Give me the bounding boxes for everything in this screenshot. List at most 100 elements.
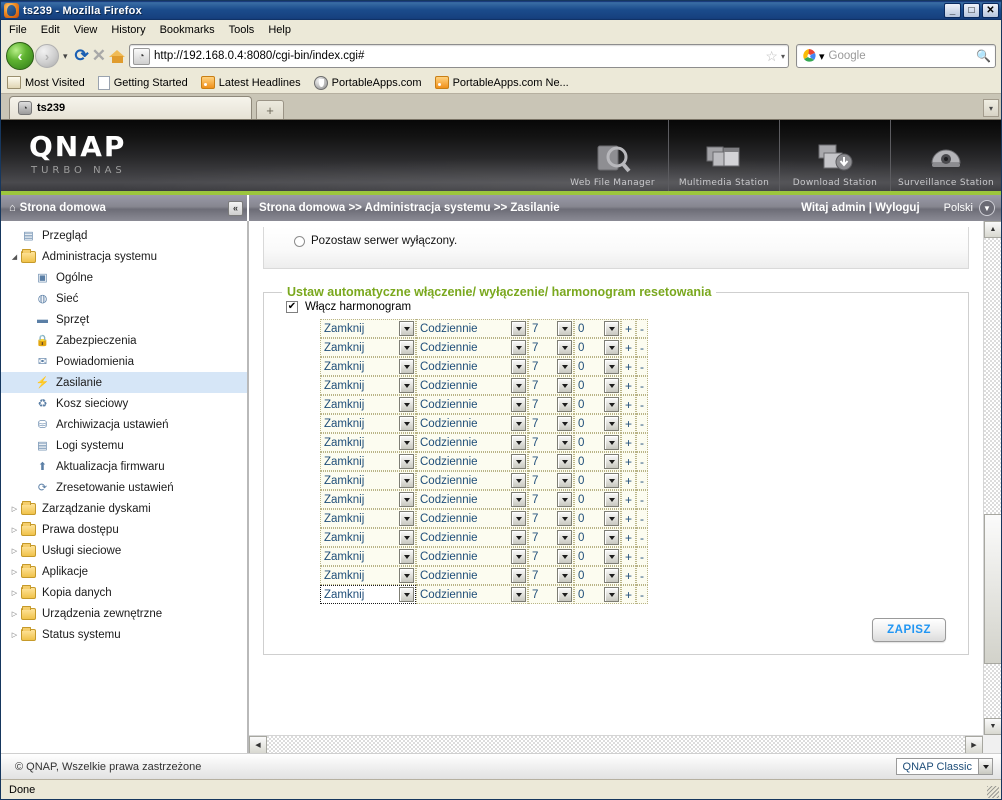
hour-select[interactable]: 7 bbox=[528, 414, 574, 433]
sidebar-item-archiwizacja-ustawie[interactable]: ⛁ Archiwizacja ustawień bbox=[1, 414, 247, 435]
frequency-select[interactable]: Codziennie bbox=[416, 528, 528, 547]
twisty-collapsed-icon[interactable]: ▷ bbox=[9, 589, 20, 597]
chevron-down-icon[interactable] bbox=[557, 492, 572, 507]
add-row-button[interactable]: + bbox=[621, 490, 636, 509]
twisty-collapsed-icon[interactable]: ▷ bbox=[9, 610, 20, 618]
minute-select[interactable]: 0 bbox=[574, 433, 621, 452]
add-row-button[interactable]: + bbox=[621, 509, 636, 528]
chevron-down-icon[interactable] bbox=[399, 359, 414, 374]
reload-icon[interactable]: ⟳ bbox=[75, 46, 89, 66]
sidebar-item-kosz-sieciowy[interactable]: ♻ Kosz sieciowy bbox=[1, 393, 247, 414]
chevron-down-icon[interactable] bbox=[399, 416, 414, 431]
chevron-down-icon[interactable] bbox=[511, 473, 526, 488]
twisty-collapsed-icon[interactable]: ▷ bbox=[9, 526, 20, 534]
chevron-down-icon[interactable] bbox=[557, 321, 572, 336]
tab-ts239[interactable]: ◔ ts239 bbox=[9, 96, 252, 119]
hour-select[interactable]: 7 bbox=[528, 566, 574, 585]
chevron-down-icon[interactable] bbox=[511, 530, 526, 545]
minute-select[interactable]: 0 bbox=[574, 528, 621, 547]
add-row-button[interactable]: + bbox=[621, 452, 636, 471]
frequency-select[interactable]: Codziennie bbox=[416, 433, 528, 452]
add-row-button[interactable]: + bbox=[621, 547, 636, 566]
action-select[interactable]: Zamknij bbox=[320, 395, 416, 414]
frequency-select[interactable]: Codziennie bbox=[416, 471, 528, 490]
chevron-down-icon[interactable] bbox=[399, 530, 414, 545]
chevron-down-icon[interactable] bbox=[511, 492, 526, 507]
hour-select[interactable]: 7 bbox=[528, 338, 574, 357]
hour-select[interactable]: 7 bbox=[528, 490, 574, 509]
minute-select[interactable]: 0 bbox=[574, 471, 621, 490]
minute-select[interactable]: 0 bbox=[574, 490, 621, 509]
chevron-down-icon[interactable] bbox=[399, 378, 414, 393]
remove-row-button[interactable]: - bbox=[636, 433, 648, 452]
url-dropdown-icon[interactable]: ▾ bbox=[781, 52, 785, 61]
action-select[interactable]: Zamknij bbox=[320, 547, 416, 566]
chevron-down-icon[interactable] bbox=[604, 587, 619, 602]
theme-select[interactable]: QNAP Classic bbox=[895, 758, 993, 775]
chevron-down-icon[interactable] bbox=[399, 492, 414, 507]
action-select[interactable]: Zamknij bbox=[320, 566, 416, 585]
hour-select[interactable]: 7 bbox=[528, 585, 574, 604]
bookmark-most-visited[interactable]: Most Visited bbox=[7, 76, 85, 89]
chevron-down-icon[interactable] bbox=[604, 530, 619, 545]
minute-select[interactable]: 0 bbox=[574, 376, 621, 395]
hour-select[interactable]: 7 bbox=[528, 528, 574, 547]
add-row-button[interactable]: + bbox=[621, 471, 636, 490]
forward-button[interactable]: › bbox=[35, 44, 59, 68]
theme-dropdown-arrow-icon[interactable] bbox=[978, 759, 992, 774]
frequency-select[interactable]: Codziennie bbox=[416, 547, 528, 566]
hour-select[interactable]: 7 bbox=[528, 452, 574, 471]
collapse-sidebar-button[interactable]: « bbox=[228, 200, 243, 216]
chevron-down-icon[interactable] bbox=[557, 473, 572, 488]
chevron-down-icon[interactable] bbox=[557, 511, 572, 526]
chevron-down-icon[interactable] bbox=[557, 587, 572, 602]
minute-select[interactable]: 0 bbox=[574, 566, 621, 585]
site-identity-icon[interactable]: ◔ bbox=[133, 47, 151, 65]
enable-schedule-row[interactable]: ✔ Włącz harmonogram bbox=[286, 301, 968, 313]
chevron-down-icon[interactable] bbox=[511, 359, 526, 374]
action-select[interactable]: Zamknij bbox=[320, 338, 416, 357]
hour-select[interactable]: 7 bbox=[528, 547, 574, 566]
frequency-select[interactable]: Codziennie bbox=[416, 509, 528, 528]
menu-file[interactable]: File bbox=[9, 24, 27, 36]
enable-schedule-checkbox[interactable]: ✔ bbox=[286, 301, 298, 313]
url-bar[interactable]: ◔ http://192.168.0.4:8080/cgi-bin/index.… bbox=[129, 44, 789, 68]
sidebar-item-administracja-systemu[interactable]: ◢ Administracja systemu bbox=[1, 246, 247, 267]
chevron-down-icon[interactable] bbox=[399, 587, 414, 602]
frequency-select[interactable]: Codziennie bbox=[416, 585, 528, 604]
bookmark-portableapps[interactable]: PortableApps.com bbox=[313, 75, 422, 90]
remove-row-button[interactable]: - bbox=[636, 585, 648, 604]
google-icon[interactable] bbox=[801, 48, 817, 64]
chevron-down-icon[interactable] bbox=[511, 568, 526, 583]
hour-select[interactable]: 7 bbox=[528, 319, 574, 338]
remove-row-button[interactable]: - bbox=[636, 414, 648, 433]
twisty-collapsed-icon[interactable]: ▷ bbox=[9, 505, 20, 513]
hour-select[interactable]: 7 bbox=[528, 395, 574, 414]
twisty-collapsed-icon[interactable]: ▷ bbox=[9, 631, 20, 639]
chevron-down-icon[interactable] bbox=[399, 511, 414, 526]
remove-row-button[interactable]: - bbox=[636, 357, 648, 376]
chevron-down-icon[interactable] bbox=[604, 568, 619, 583]
scroll-track[interactable] bbox=[984, 238, 1001, 718]
hour-select[interactable]: 7 bbox=[528, 433, 574, 452]
station-multimedia[interactable]: Multimedia Station bbox=[668, 120, 779, 191]
station-download[interactable]: Download Station bbox=[779, 120, 890, 191]
chevron-down-icon[interactable] bbox=[557, 530, 572, 545]
chevron-down-icon[interactable] bbox=[557, 549, 572, 564]
action-select[interactable]: Zamknij bbox=[320, 528, 416, 547]
sidebar-item-powiadomienia[interactable]: ✉ Powiadomienia bbox=[1, 351, 247, 372]
home-icon[interactable] bbox=[109, 49, 126, 64]
sidebar-item-prawa-dost-pu[interactable]: ▷ Prawa dostępu bbox=[1, 519, 247, 540]
chevron-down-icon[interactable] bbox=[511, 454, 526, 469]
minute-select[interactable]: 0 bbox=[574, 395, 621, 414]
chevron-down-icon[interactable] bbox=[604, 454, 619, 469]
chevron-down-icon[interactable] bbox=[604, 416, 619, 431]
scroll-down-button[interactable]: ▼ bbox=[984, 718, 1001, 735]
action-select[interactable]: Zamknij bbox=[320, 490, 416, 509]
chevron-down-icon[interactable] bbox=[604, 492, 619, 507]
history-dropdown-icon[interactable]: ▾ bbox=[63, 51, 68, 62]
chevron-down-icon[interactable] bbox=[511, 435, 526, 450]
action-select[interactable]: Zamknij bbox=[320, 471, 416, 490]
chevron-down-icon[interactable] bbox=[399, 435, 414, 450]
scroll-thumb[interactable] bbox=[984, 514, 1001, 664]
